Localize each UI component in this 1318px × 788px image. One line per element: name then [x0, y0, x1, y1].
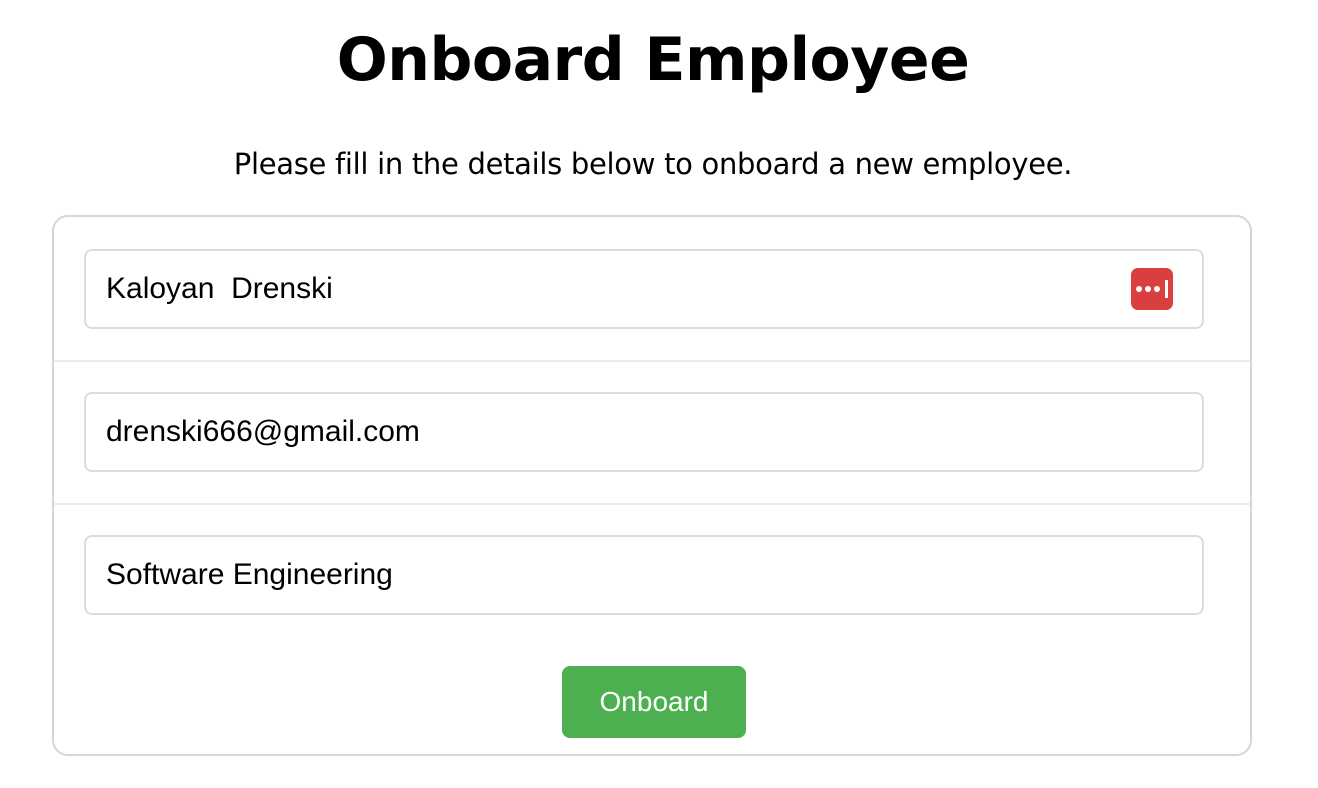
email-input[interactable]: [84, 392, 1204, 472]
department-input[interactable]: [84, 535, 1204, 615]
pm-cursor-bar: [1165, 280, 1168, 298]
password-manager-icon[interactable]: [1131, 268, 1173, 310]
onboard-form: Onboard: [52, 215, 1252, 756]
page-subtitle: Please fill in the details below to onbo…: [233, 147, 1073, 181]
section-divider: [54, 360, 1250, 362]
section-divider: [54, 503, 1250, 505]
pm-dot: [1145, 286, 1151, 292]
name-input[interactable]: [84, 249, 1204, 329]
onboard-button[interactable]: Onboard: [562, 666, 746, 738]
pm-dot: [1136, 286, 1142, 292]
pm-dot: [1154, 286, 1160, 292]
page-title: Onboard Employee: [336, 25, 970, 95]
